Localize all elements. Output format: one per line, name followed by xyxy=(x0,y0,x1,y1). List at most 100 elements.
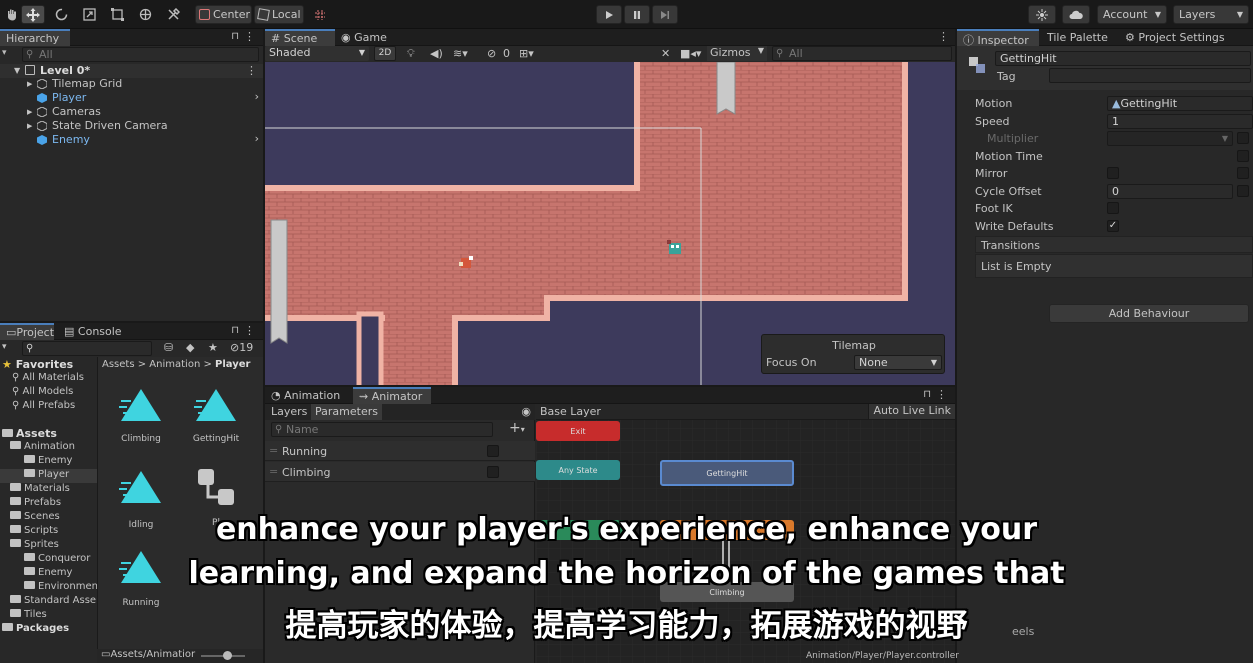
rotate-tool-icon[interactable] xyxy=(50,5,72,24)
filter-label-icon[interactable]: ◆ xyxy=(186,341,194,354)
lighting-icon[interactable]: 💡︎ xyxy=(407,47,415,61)
state-name-input[interactable]: GettingHit xyxy=(995,51,1251,66)
base-layer-breadcrumb[interactable]: Base Layer xyxy=(540,405,601,418)
add-object-button[interactable]: ▾ xyxy=(2,48,16,62)
scene-search-input[interactable]: ⚲ All xyxy=(772,46,952,61)
drag-handle-icon[interactable]: = xyxy=(269,444,278,457)
tab-animator[interactable]: ⇝ Animator xyxy=(353,387,431,404)
favorite-star-icon[interactable]: ★ xyxy=(208,341,218,354)
state-any-state[interactable]: Any State xyxy=(536,460,620,480)
favorite-item[interactable]: ⚲ All Prefabs xyxy=(12,400,75,414)
tab-console[interactable]: ▤ Console xyxy=(58,323,128,340)
pause-button[interactable] xyxy=(624,5,650,24)
hierarchy-item[interactable]: Player › xyxy=(0,90,263,105)
project-search-input[interactable]: ⚲ xyxy=(22,341,152,356)
hierarchy-search-input[interactable]: ⚲ All xyxy=(22,47,259,62)
hidden-packages-icon[interactable]: ⊘19 xyxy=(230,341,253,354)
scene-viewport[interactable]: Tilemap Focus On None ▼ xyxy=(265,62,955,385)
hierarchy-item[interactable]: ▶ Tilemap Grid xyxy=(0,77,263,91)
tab-project-settings[interactable]: ⚙ Project Settings xyxy=(1119,29,1239,46)
asset-item[interactable]: GettingHit xyxy=(181,387,251,444)
motion-time-param-checkbox[interactable] xyxy=(1237,150,1249,162)
speed-field[interactable]: 1 xyxy=(1107,114,1253,129)
mirror-param-checkbox[interactable] xyxy=(1237,167,1249,179)
tab-tile-palette[interactable]: Tile Palette xyxy=(1041,29,1119,46)
collab-button[interactable] xyxy=(1028,5,1056,24)
step-button[interactable] xyxy=(652,5,678,24)
audio-icon[interactable]: ◀) xyxy=(430,47,443,60)
tab-inspector[interactable]: ⓘ Inspector xyxy=(957,29,1039,47)
state-exit[interactable]: Exit xyxy=(536,421,620,441)
add-behaviour-button[interactable]: Add Behaviour xyxy=(1049,304,1249,323)
write-defaults-checkbox[interactable]: ✓ xyxy=(1107,220,1119,232)
toggle-2d-button[interactable]: 2D xyxy=(374,46,396,61)
grid-icon[interactable]: ⊞▾ xyxy=(519,47,534,60)
tab-project[interactable]: ▭Project xyxy=(0,323,54,340)
hand-tool-icon[interactable] xyxy=(2,5,20,24)
scene-row[interactable]: ▼ Level 0* ⋮ xyxy=(0,64,263,78)
cycle-offset-param-checkbox[interactable] xyxy=(1237,185,1249,197)
kebab-menu-icon[interactable]: ⋮ xyxy=(244,30,255,43)
effects-icon[interactable]: ≋▾ xyxy=(453,47,468,60)
tools-icon[interactable]: ✕ xyxy=(661,47,670,60)
lock-icon[interactable]: ⊓ xyxy=(231,325,239,336)
folder-item-selected[interactable]: Player xyxy=(0,469,97,483)
kebab-menu-icon[interactable]: ⋮ xyxy=(938,30,949,43)
favorites-item[interactable]: ★ Favorites xyxy=(2,358,73,372)
breadcrumb-item[interactable]: Player xyxy=(215,359,250,370)
parameter-checkbox[interactable] xyxy=(487,445,499,457)
parameter-search-input[interactable]: ⚲ Name xyxy=(271,422,493,437)
eye-icon[interactable]: ◉ xyxy=(521,405,531,418)
tab-layers[interactable]: Layers xyxy=(265,404,313,420)
hidden-objects-icon[interactable]: ⊘ xyxy=(487,47,496,60)
favorite-item[interactable]: ⚲ All Models xyxy=(12,386,73,400)
auto-live-link-button[interactable]: Auto Live Link xyxy=(868,404,955,419)
create-asset-button[interactable]: ▾ xyxy=(2,342,7,352)
folder-item[interactable]: Animation xyxy=(10,441,75,455)
add-parameter-button[interactable]: +▾ xyxy=(509,420,525,436)
slider-handle[interactable] xyxy=(223,651,232,660)
tab-hierarchy[interactable]: Hierarchy xyxy=(0,29,70,46)
cycle-offset-field[interactable]: 0 xyxy=(1107,184,1233,199)
transform-tool-icon[interactable] xyxy=(134,5,156,24)
folder-item[interactable]: Materials xyxy=(10,483,70,497)
favorite-item[interactable]: ⚲ All Materials xyxy=(12,372,84,386)
kebab-menu-icon[interactable]: ⋮ xyxy=(936,388,947,401)
lock-icon[interactable]: ⊓ xyxy=(231,31,239,42)
multiplier-param-checkbox[interactable] xyxy=(1237,132,1249,144)
tab-animation[interactable]: ◔ Animation xyxy=(265,387,349,404)
parameter-row[interactable]: = Running xyxy=(265,441,535,461)
scale-tool-icon[interactable] xyxy=(78,5,100,24)
tab-game[interactable]: ◉ Game xyxy=(335,29,395,46)
kebab-menu-icon[interactable]: ⋮ xyxy=(244,324,255,337)
chevron-right-icon[interactable]: › xyxy=(255,90,259,103)
multiplier-dropdown[interactable]: ▼ xyxy=(1107,131,1233,146)
camera-icon[interactable]: ■◂▾ xyxy=(680,47,701,60)
gizmos-dropdown[interactable]: Gizmos ▼ xyxy=(707,46,767,61)
kebab-menu-icon[interactable]: ⋮ xyxy=(246,64,257,77)
account-dropdown[interactable]: Account ▼ xyxy=(1097,5,1167,24)
breadcrumb-item[interactable]: Assets xyxy=(102,359,135,370)
asset-item[interactable]: Climbing xyxy=(106,387,176,444)
move-tool-icon[interactable] xyxy=(21,5,45,24)
play-button[interactable] xyxy=(596,5,622,24)
shading-dropdown[interactable]: Shaded ▼ xyxy=(265,46,369,61)
parameter-checkbox[interactable] xyxy=(487,466,499,478)
pivot-center-button[interactable]: Center xyxy=(195,5,252,24)
tag-input[interactable] xyxy=(1049,68,1251,83)
assets-folder[interactable]: Assets xyxy=(2,427,57,441)
folder-item[interactable]: Enemy xyxy=(24,455,72,469)
lock-icon[interactable]: ⊓ xyxy=(923,389,931,400)
tab-parameters[interactable]: Parameters xyxy=(311,404,382,420)
parameter-row[interactable]: = Climbing xyxy=(265,462,535,482)
motion-field[interactable]: ▲GettingHit xyxy=(1107,96,1253,111)
pivot-local-button[interactable]: Local xyxy=(254,5,304,24)
mirror-checkbox[interactable] xyxy=(1107,167,1119,179)
hierarchy-item[interactable]: Enemy › xyxy=(0,132,263,147)
rect-tool-icon[interactable] xyxy=(106,5,128,24)
focus-on-dropdown[interactable]: None ▼ xyxy=(854,355,942,370)
tab-scene[interactable]: # Scene xyxy=(265,29,335,46)
drag-handle-icon[interactable]: = xyxy=(269,465,278,478)
hierarchy-item[interactable]: ▶ State Driven Camera xyxy=(0,119,263,133)
custom-tool-icon[interactable] xyxy=(162,5,184,24)
